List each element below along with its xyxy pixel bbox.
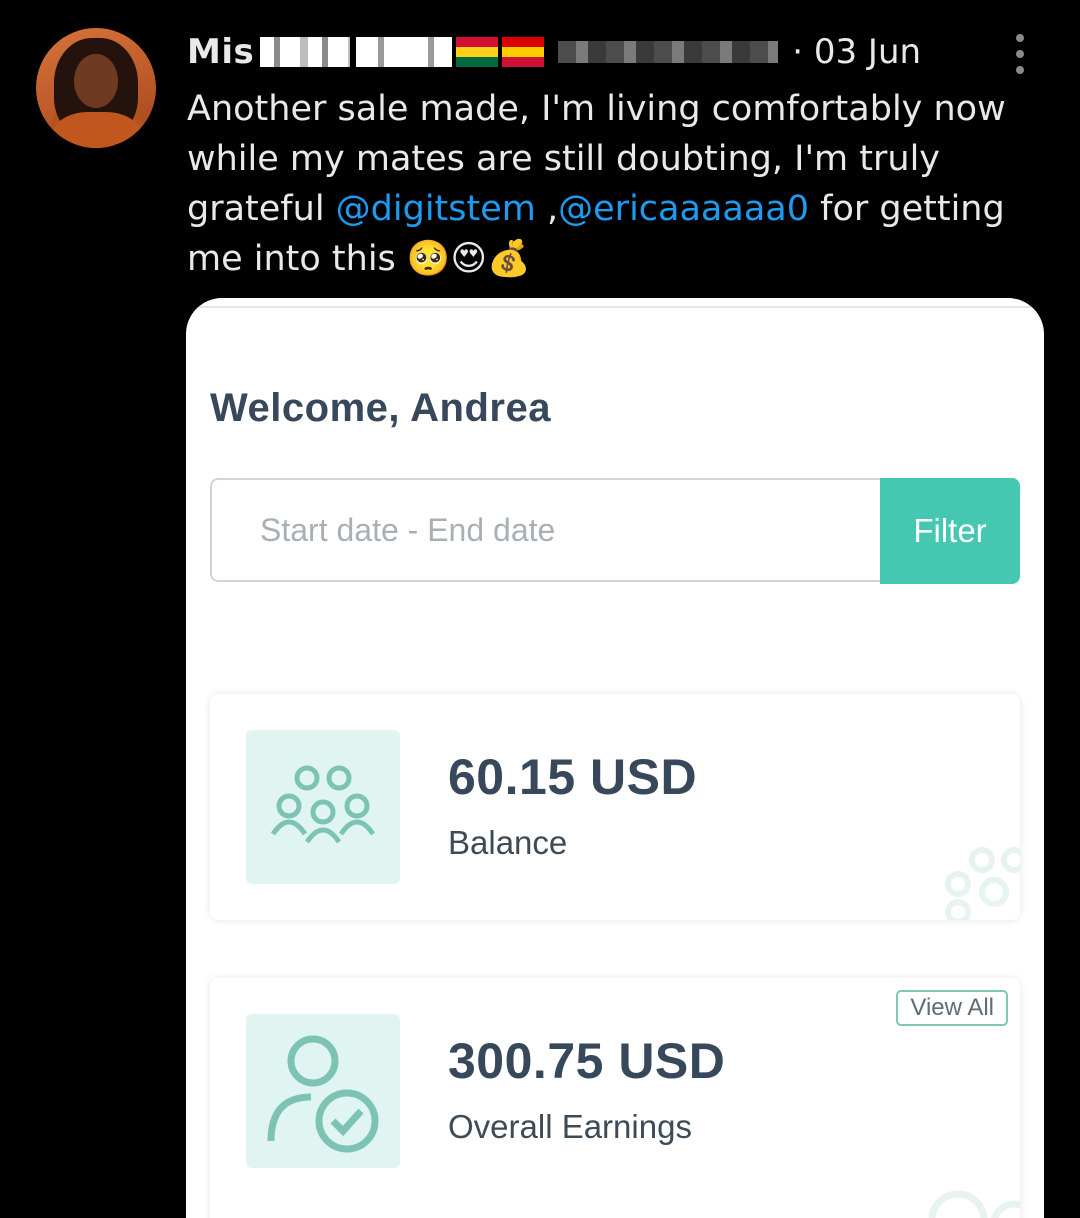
flag-emoji	[456, 37, 499, 67]
divider	[186, 306, 1044, 308]
welcome-heading: Welcome, Andrea	[210, 386, 551, 430]
earnings-label: Overall Earnings	[448, 1108, 692, 1145]
filter-button[interactable]: Filter	[880, 478, 1020, 584]
redacted-name	[260, 37, 351, 67]
balance-card: 60.15 USD Balance	[210, 694, 1020, 920]
tweet-text: Another sale made, I'm living comfortabl…	[187, 89, 1006, 279]
avatar-face	[74, 54, 118, 108]
earnings-amount: 300.75 USD	[448, 1033, 726, 1089]
mention-link[interactable]: @digitstem	[336, 189, 536, 229]
attached-screenshot[interactable]: Welcome, Andrea Start date - End date Fi…	[186, 298, 1044, 1218]
avatar-coat	[52, 112, 142, 148]
mention-link[interactable]: @ericaaaaaa0	[558, 189, 809, 229]
balance-amount: 60.15 USD	[448, 749, 698, 805]
balance-label: Balance	[448, 824, 568, 861]
user-check-watermark-icon	[928, 1190, 1020, 1218]
flag-emoji	[502, 37, 545, 67]
earnings-card: View All 300.75 USD Overall Earnings	[210, 978, 1020, 1218]
redacted-name	[356, 37, 453, 67]
date-range-input[interactable]: Start date - End date	[210, 478, 880, 582]
user-check-icon	[246, 1014, 400, 1168]
view-all-button[interactable]: View All	[896, 990, 1008, 1026]
tweet-header: Mis · 03 Jun	[187, 32, 921, 72]
users-group-icon	[246, 730, 400, 884]
author-avatar[interactable]	[36, 28, 156, 148]
more-options-icon[interactable]	[1010, 34, 1030, 74]
users-group-watermark-icon	[945, 847, 1020, 920]
redacted-handle	[558, 41, 779, 63]
tweet-date[interactable]: · 03 Jun	[792, 32, 921, 72]
author-name[interactable]: Mis	[187, 32, 254, 72]
